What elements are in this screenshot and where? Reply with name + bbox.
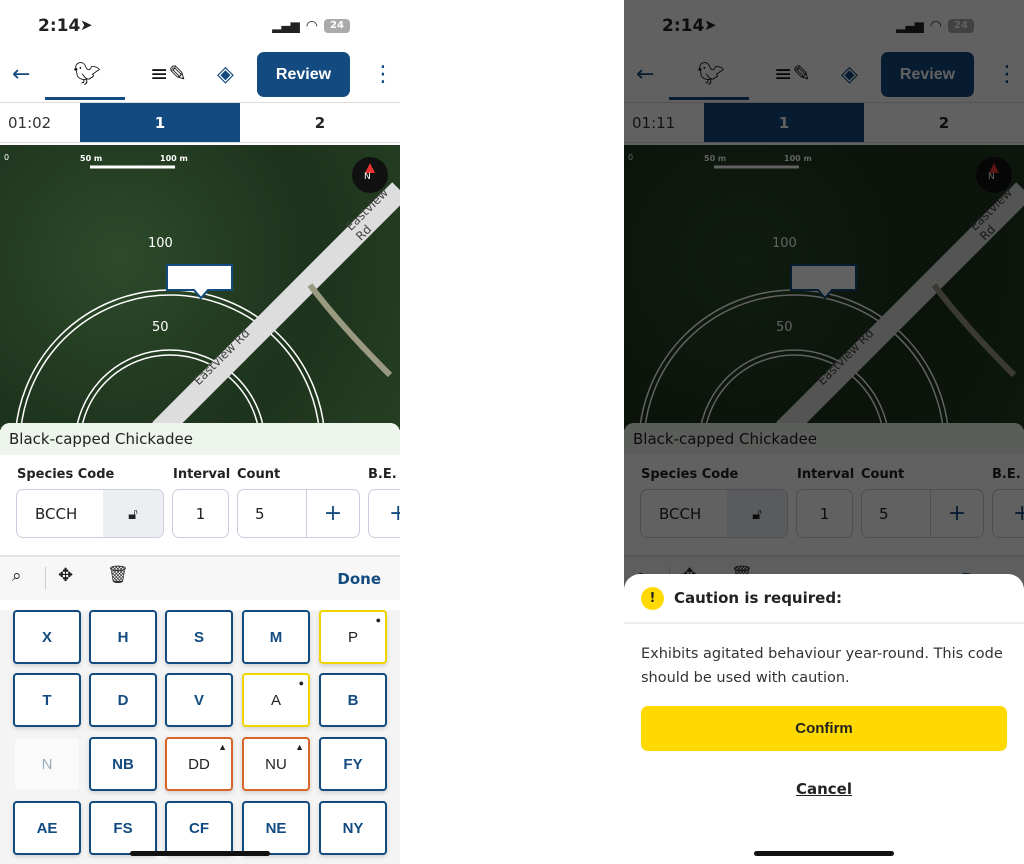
breeding-code-key[interactable]: P ●	[319, 610, 387, 664]
breeding-code-key[interactable]: D	[89, 673, 157, 727]
lock-open-icon[interactable]: 🔓︎	[103, 490, 163, 537]
signal-icon: ▂▄▆	[272, 19, 300, 33]
breeding-code-keypad: X H S M P ● T D V A ● B N NB DD ▲ NU ▲ FY AE FS CF NE NY	[0, 610, 400, 864]
interval-field[interactable]: 1	[172, 489, 229, 538]
species-name: Black-capped Chickadee	[0, 423, 400, 455]
trash-icon[interactable]: 🗑︎	[107, 565, 129, 585]
species-code-field[interactable]: BCCH 🔓︎	[16, 489, 164, 538]
home-indicator	[754, 851, 894, 856]
home-indicator	[130, 851, 270, 856]
interval-tabs: 01:02 1 2	[0, 102, 400, 143]
clock: 2:14	[38, 16, 81, 36]
battery-icon: 24	[324, 19, 350, 33]
layers-icon[interactable]: ◈	[217, 62, 234, 87]
edit-notes-icon[interactable]: ≡✎	[150, 62, 187, 87]
breeding-code-key[interactable]: NU ▲	[242, 737, 310, 791]
timer: 01:02	[8, 114, 52, 132]
species-code-label: Species Code	[17, 467, 115, 482]
breeding-code-key: N	[13, 737, 81, 791]
phone-screen-caution-dialog: 2:14 ➤ ▂▄▆◠24 ← 🐦︎ ≡✎ ◈ ⋮ Review 01:11 1…	[624, 0, 1024, 864]
breeding-code-key[interactable]: V	[165, 673, 233, 727]
breeding-code-key[interactable]: S	[165, 610, 233, 664]
breeding-code-key[interactable]: NY	[319, 801, 387, 855]
back-arrow-icon[interactable]: ←	[12, 62, 30, 87]
scale-label: 50 m	[80, 154, 103, 163]
divider	[45, 567, 46, 589]
count-label: Count	[237, 467, 281, 482]
move-icon[interactable]: ✥	[58, 565, 73, 586]
breeding-code-key[interactable]: NE	[242, 801, 310, 855]
search-icon[interactable]: ⌕	[12, 566, 22, 586]
breeding-code-key[interactable]: DD ▲	[165, 737, 233, 791]
exclamation-icon: !	[641, 586, 664, 610]
wifi-icon: ◠	[305, 18, 318, 34]
warning-badge-icon: ▲	[218, 742, 227, 752]
satellite-map[interactable]: 0 50 m 100 m N 100 50 Eastview Rd Eastvi…	[0, 145, 400, 430]
bird-icon[interactable]: 🐦︎	[73, 62, 101, 87]
compass-icon[interactable]: N	[364, 172, 371, 182]
info-badge-icon: ●	[298, 678, 304, 688]
info-badge-icon: ●	[375, 615, 381, 625]
count-field[interactable]: 5 +	[237, 489, 360, 538]
breeding-code-key[interactable]: AE	[13, 801, 81, 855]
scale-label: 100 m	[160, 154, 188, 163]
breeding-code-key[interactable]: FS	[89, 801, 157, 855]
active-tab-indicator	[45, 97, 125, 100]
warning-badge-icon: ▲	[295, 742, 304, 752]
observation-sheet: Black-capped Chickadee Species Code Inte…	[0, 423, 400, 864]
breeding-code-key[interactable]: NB	[89, 737, 157, 791]
done-button[interactable]: Done	[337, 570, 381, 588]
breeding-code-key[interactable]: X	[13, 610, 81, 664]
be-label: B.E.	[368, 467, 397, 482]
cancel-button[interactable]: Cancel	[624, 780, 1024, 798]
plus-icon[interactable]: +	[306, 490, 359, 537]
dialog-message: Exhibits agitated behaviour year-round. …	[641, 646, 1003, 686]
breeding-code-key[interactable]: M	[242, 610, 310, 664]
scale-label: 0	[4, 153, 10, 162]
breeding-code-key[interactable]: T	[13, 673, 81, 727]
status-bar: 2:14 ➤ ▂▄▆ ◠ 24	[0, 0, 400, 52]
breeding-code-key[interactable]: CF	[165, 801, 233, 855]
tab-interval-2[interactable]: 2	[240, 103, 400, 142]
distance-ring-label: 100	[148, 236, 173, 251]
phone-screen-keypad: 2:14 ➤ ▂▄▆ ◠ 24 ← 🐦︎ ≡✎ ◈ ⋮ Review 01:02 1…	[0, 0, 400, 864]
distance-ring-label: 50	[152, 320, 169, 335]
interval-label: Interval	[173, 467, 231, 482]
action-bar: ⌕ ✥ 🗑︎ Done	[0, 555, 400, 600]
dialog-title: Caution is required:	[674, 589, 843, 607]
breeding-code-key[interactable]: FY	[319, 737, 387, 791]
more-vertical-icon[interactable]: ⋮	[372, 62, 394, 87]
breeding-code-key[interactable]: H	[89, 610, 157, 664]
review-button[interactable]: Review	[257, 52, 350, 97]
breeding-code-key[interactable]: A ●	[242, 673, 310, 727]
tab-interval-1[interactable]: 1	[80, 103, 240, 142]
breeding-code-key[interactable]: B	[319, 673, 387, 727]
caution-dialog: ! Caution is required: Exhibits agitated …	[624, 574, 1024, 864]
location-arrow-icon: ➤	[80, 16, 93, 34]
be-plus-button[interactable]: +	[368, 489, 400, 538]
confirm-button[interactable]: Confirm	[641, 706, 1007, 751]
